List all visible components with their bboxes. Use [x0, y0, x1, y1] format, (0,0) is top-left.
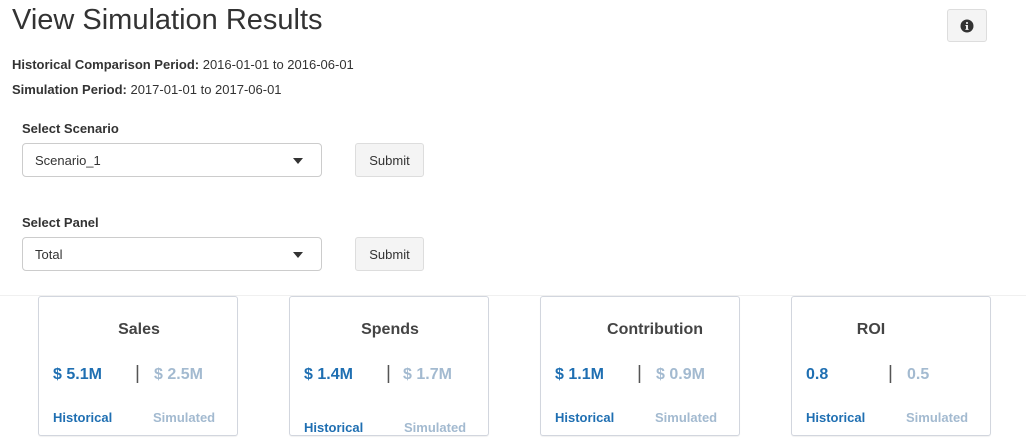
historical-period: Historical Comparison Period: 2016-01-01… [12, 57, 354, 72]
value-separator: | [637, 363, 642, 384]
roi-card: ROI 0.8 | 0.5 Historical Simulated [791, 296, 991, 436]
caret-down-icon [293, 158, 303, 164]
simulated-value: $ 1.7M [403, 366, 452, 383]
card-title: Spends [361, 321, 419, 338]
sales-card: Sales $ 5.1M | $ 2.5M Historical Simulat… [38, 296, 238, 436]
simulation-period-label: Simulation Period: [12, 82, 127, 97]
panel-select-value: Total [35, 246, 63, 262]
value-separator: | [888, 363, 893, 384]
simulation-period-value: 2017-01-01 to 2017-06-01 [130, 82, 282, 97]
spends-card: Spends $ 1.4M | $ 1.7M Historical Simula… [289, 296, 489, 436]
historical-period-label: Historical Comparison Period: [12, 57, 200, 72]
scenario-select-value: Scenario_1 [35, 152, 101, 168]
info-button[interactable] [947, 9, 987, 42]
value-separator: | [135, 363, 140, 384]
historical-period-value: 2016-01-01 to 2016-06-01 [202, 57, 354, 72]
simulated-label: Simulated [153, 410, 216, 425]
simulated-value: $ 0.9M [656, 366, 705, 383]
historical-label: Historical [806, 410, 866, 425]
historical-label: Historical [304, 420, 364, 435]
select-panel-label: Select Panel [22, 215, 99, 230]
simulated-label: Simulated [906, 410, 969, 425]
simulated-label: Simulated [404, 420, 467, 435]
page-title: View Simulation Results [12, 4, 323, 36]
card-title: Contribution [607, 321, 703, 338]
historical-value: $ 1.4M [304, 366, 353, 383]
historical-value: 0.8 [806, 366, 829, 383]
scenario-select[interactable]: Scenario_1 [22, 143, 322, 177]
historical-value: $ 5.1M [53, 366, 102, 383]
value-separator: | [386, 363, 391, 384]
card-title: ROI [856, 321, 886, 338]
panel-select[interactable]: Total [22, 237, 322, 271]
simulated-value: 0.5 [907, 366, 930, 383]
simulated-value: $ 2.5M [154, 366, 203, 383]
simulation-period: Simulation Period: 2017-01-01 to 2017-06… [12, 82, 282, 97]
historical-label: Historical [555, 410, 615, 425]
historical-value: $ 1.1M [555, 366, 604, 383]
simulated-label: Simulated [655, 410, 718, 425]
scenario-submit-button[interactable]: Submit [355, 143, 424, 177]
contribution-card: Contribution $ 1.1M | $ 0.9M Historical … [540, 296, 740, 436]
info-circle-icon [960, 19, 974, 32]
historical-label: Historical [53, 410, 113, 425]
caret-down-icon [293, 252, 303, 258]
select-scenario-label: Select Scenario [22, 121, 119, 136]
panel-submit-button[interactable]: Submit [355, 237, 424, 271]
card-title: Sales [118, 321, 160, 338]
